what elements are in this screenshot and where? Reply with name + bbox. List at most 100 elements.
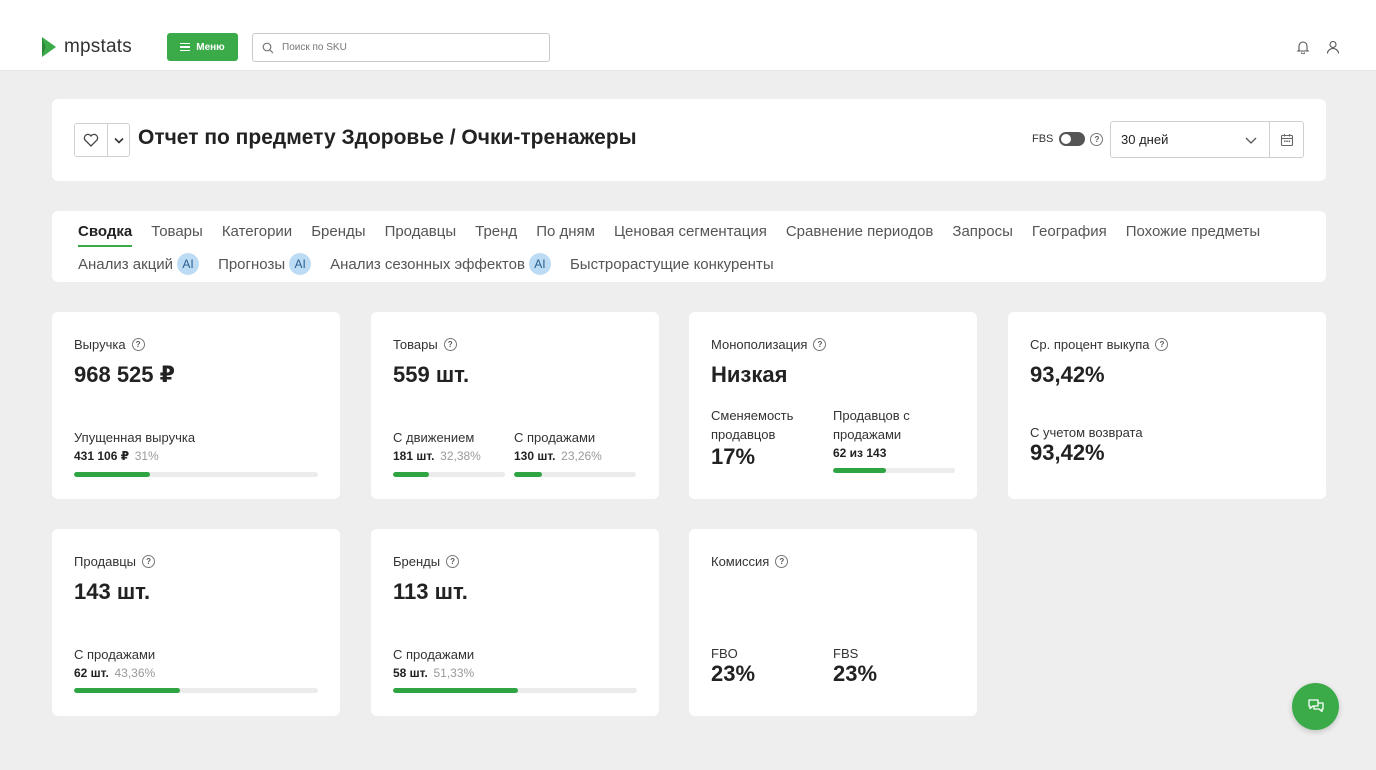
sub-value: 58 шт.	[393, 666, 428, 680]
card-label-text: Выручка	[74, 337, 126, 352]
sub-value: 130 шт.	[514, 449, 556, 463]
sellers-with-sales: Продавцов с продажами 62 из 143	[833, 406, 943, 462]
tab-label: Анализ сезонных эффектов	[330, 255, 525, 273]
tab-seasonal-effects[interactable]: Анализ сезонных эффектов AI	[330, 253, 551, 275]
card-value: 113 шт.	[393, 579, 468, 604]
sub-value: 23%	[833, 661, 878, 686]
logo-icon	[42, 37, 56, 57]
tab-label: Быстрорастущие конкуренты	[569, 255, 774, 273]
search-input[interactable]	[282, 42, 532, 53]
report-tabs: Сводка Товары Категории Бренды Продавцы …	[52, 211, 1326, 282]
card-value: 93,42%	[1030, 362, 1105, 387]
menu-button[interactable]: Меню	[167, 33, 238, 61]
burger-icon	[180, 41, 191, 54]
card-label: Продавцы?	[74, 554, 156, 569]
fbs-toggle[interactable]: FBS ?	[1032, 132, 1104, 146]
menu-button-label: Меню	[196, 41, 225, 53]
brands-card: Бренды? 113 шт. С продажами 58 шт. 51,33…	[371, 529, 659, 716]
help-icon[interactable]: ?	[443, 338, 457, 351]
sub-value: 62 шт.	[74, 666, 109, 680]
sub-label: Сменяемость продавцов	[711, 408, 794, 442]
tabs-row-ai: Анализ акций AI Прогнозы AI Анализ сезон…	[78, 253, 774, 275]
card-label: Выручка?	[74, 337, 145, 352]
sub-pct: 31%	[134, 449, 159, 463]
commission-fbs: FBS 23%	[833, 645, 878, 686]
tab-trend[interactable]: Тренд	[475, 220, 517, 242]
card-label-text: Бренды	[393, 554, 441, 569]
sellers-with-sales: С продажами 62 шт. 43,36%	[74, 646, 155, 682]
help-icon[interactable]: ?	[813, 338, 827, 351]
tab-promo-analysis[interactable]: Анализ акций AI	[78, 253, 200, 275]
tab-goods[interactable]: Товары	[151, 220, 203, 242]
favorite-dropdown-button[interactable]	[108, 124, 129, 156]
period-select[interactable]: 30 дней	[1110, 121, 1270, 158]
revenue-card: Выручка? 968 525 ₽ Упущенная выручка 431…	[52, 312, 340, 499]
help-icon[interactable]: ?	[131, 338, 145, 351]
progress-bar	[393, 472, 505, 477]
sub-label: С продажами	[514, 430, 596, 445]
progress-fill	[74, 688, 180, 693]
sub-value: 93,42%	[1030, 440, 1105, 465]
lost-revenue: Упущенная выручка 431 106 ₽ 31%	[74, 429, 195, 465]
fbs-switch[interactable]	[1059, 132, 1086, 146]
sub-label: С движением	[393, 430, 475, 445]
card-label-text: Товары	[393, 337, 438, 352]
favorite-button[interactable]	[75, 124, 108, 156]
card-label-text: Комиссия	[711, 554, 770, 569]
progress-fill	[74, 472, 150, 477]
sub-label: С продажами	[393, 647, 475, 662]
buyout-with-returns: С учетом возврата 93,42%	[1030, 424, 1143, 465]
bell-icon[interactable]	[1296, 40, 1310, 54]
favorite-group	[74, 123, 130, 157]
tab-fast-growing-competitors[interactable]: Быстрорастущие конкуренты	[570, 253, 774, 275]
calendar-button[interactable]	[1269, 121, 1304, 158]
chat-button[interactable]	[1292, 683, 1339, 730]
tab-price-segmentation[interactable]: Ценовая сегментация	[614, 220, 767, 242]
calendar-icon	[1280, 133, 1293, 146]
tab-label: Прогнозы	[218, 255, 286, 273]
sub-label: Упущенная выручка	[74, 430, 196, 445]
page-title: Отчет по предмету Здоровье / Очки-тренаж…	[138, 126, 637, 149]
tab-queries[interactable]: Запросы	[952, 220, 1013, 242]
ai-badge: AI	[528, 253, 551, 275]
tab-period-comparison[interactable]: Сравнение периодов	[786, 220, 934, 242]
help-icon[interactable]: ?	[1155, 338, 1169, 351]
tab-categories[interactable]: Категории	[222, 220, 292, 242]
tab-geography[interactable]: География	[1032, 220, 1107, 242]
progress-bar	[74, 472, 318, 477]
card-value: 559 шт.	[393, 362, 470, 387]
help-icon[interactable]: ?	[446, 555, 460, 568]
period-value: 30 дней	[1121, 132, 1169, 147]
tab-forecasts[interactable]: Прогнозы AI	[218, 253, 312, 275]
help-icon[interactable]: ?	[1090, 132, 1104, 146]
user-icon[interactable]	[1326, 40, 1340, 54]
card-label: Товары?	[393, 337, 457, 352]
chat-icon	[1307, 698, 1324, 712]
tab-similar-subjects[interactable]: Похожие предметы	[1126, 220, 1260, 242]
sub-label: Продавцов с продажами	[833, 408, 910, 442]
card-label-text: Продавцы	[74, 554, 137, 569]
tab-summary[interactable]: Сводка	[78, 220, 133, 247]
tab-label: Анализ акций	[78, 255, 174, 273]
goods-with-movement: С движением 181 шт. 32,38%	[393, 429, 481, 465]
logo[interactable]: mpstats	[40, 36, 132, 58]
progress-bar	[74, 688, 318, 693]
ai-badge: AI	[289, 253, 312, 275]
sub-pct: 23,26%	[561, 449, 602, 463]
sub-pct: 32,38%	[440, 449, 481, 463]
sub-label: С продажами	[74, 647, 156, 662]
help-icon[interactable]: ?	[775, 555, 789, 568]
help-icon[interactable]: ?	[142, 555, 156, 568]
progress-bar	[514, 472, 636, 477]
tab-by-days[interactable]: По дням	[536, 220, 595, 242]
tab-sellers[interactable]: Продавцы	[385, 220, 457, 242]
tab-brands[interactable]: Бренды	[311, 220, 365, 242]
card-label-text: Монополизация	[711, 337, 808, 352]
card-label: Монополизация?	[711, 337, 827, 352]
sub-value: 431 106 ₽	[74, 449, 130, 463]
search-icon	[262, 42, 274, 53]
chevron-down-icon	[1245, 137, 1257, 144]
card-label: Бренды?	[393, 554, 460, 569]
logo-text: mpstats	[64, 36, 132, 57]
seller-turnover: Сменяемость продавцов 17%	[711, 406, 811, 468]
